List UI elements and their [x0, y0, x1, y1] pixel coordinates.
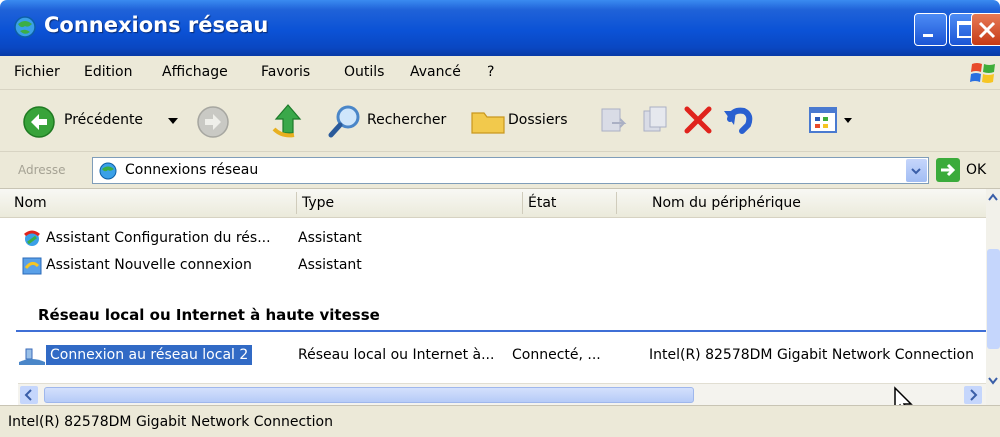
- item-type: Assistant: [298, 257, 362, 273]
- scroll-left-button[interactable]: [20, 386, 38, 404]
- back-arrow-icon[interactable]: [22, 105, 56, 139]
- back-dropdown-icon[interactable]: [168, 118, 178, 126]
- views-icon[interactable]: [808, 105, 840, 135]
- menu-help[interactable]: ?: [487, 64, 494, 80]
- item-type: Assistant: [298, 230, 362, 246]
- views-dropdown-icon[interactable]: [844, 118, 852, 124]
- connection-state: Connecté, ...: [512, 347, 601, 363]
- scroll-right-button[interactable]: [964, 386, 982, 404]
- column-separator[interactable]: [296, 192, 297, 214]
- search-icon[interactable]: [328, 103, 364, 139]
- address-value: Connexions réseau: [125, 162, 259, 178]
- horizontal-scroll-thumb[interactable]: [44, 387, 694, 403]
- item-name: Assistant Configuration du rés...: [46, 230, 271, 246]
- connections-list: Assistant Configuration du rés... Assist…: [0, 218, 986, 405]
- go-label[interactable]: OK: [966, 162, 986, 178]
- undo-icon[interactable]: [722, 103, 756, 137]
- horizontal-scrollbar[interactable]: [18, 383, 986, 405]
- chevron-down-icon: [911, 168, 921, 175]
- scroll-left-icon: [24, 389, 32, 401]
- minimize-icon: [923, 34, 933, 37]
- new-connection-wizard-icon: [22, 257, 42, 275]
- scroll-down-icon[interactable]: [987, 375, 999, 387]
- group-divider: [16, 330, 986, 332]
- column-header-name[interactable]: Nom: [14, 195, 47, 211]
- close-button[interactable]: [971, 13, 1000, 46]
- search-button-label[interactable]: Rechercher: [367, 112, 446, 128]
- close-icon: [978, 21, 996, 39]
- column-header-state[interactable]: État: [528, 195, 556, 211]
- windows-logo-icon: [970, 63, 995, 83]
- toolbar: Précédente Rechercher Dossiers: [0, 90, 1000, 152]
- minimize-button[interactable]: [914, 13, 947, 46]
- item-name: Assistant Nouvelle connexion: [46, 257, 252, 273]
- folders-icon[interactable]: [470, 105, 508, 137]
- connection-type: Réseau local ou Internet à...: [298, 347, 495, 363]
- menu-favoris[interactable]: Favoris: [261, 64, 310, 80]
- folders-button-label[interactable]: Dossiers: [508, 112, 568, 128]
- network-connections-icon: [99, 162, 117, 180]
- go-arrow-icon: [941, 163, 956, 177]
- vertical-scroll-thumb[interactable]: [987, 249, 1000, 349]
- vertical-scrollbar[interactable]: [986, 189, 1000, 405]
- column-header-device[interactable]: Nom du périphérique: [652, 195, 801, 211]
- list-item[interactable]: Assistant Configuration du rés... Assist…: [0, 228, 986, 250]
- window-title: Connexions réseau: [44, 13, 269, 37]
- connection-device: Intel(R) 82578DM Gigabit Network Connect…: [649, 347, 974, 363]
- wizard-icon: [24, 230, 40, 246]
- copy-to-icon[interactable]: [640, 105, 670, 135]
- column-header-type[interactable]: Type: [302, 195, 334, 211]
- column-separator[interactable]: [616, 192, 617, 214]
- group-title: Réseau local ou Internet à haute vitesse: [38, 306, 380, 324]
- menu-affichage[interactable]: Affichage: [162, 64, 228, 80]
- menu-fichier[interactable]: Fichier: [14, 64, 60, 80]
- menu-edition[interactable]: Edition: [84, 64, 132, 80]
- status-bar: Intel(R) 82578DM Gigabit Network Connect…: [0, 405, 1000, 437]
- table-row[interactable]: Connexion au réseau local 2 Réseau local…: [0, 345, 986, 367]
- back-button-label[interactable]: Précédente: [64, 112, 143, 128]
- network-connection-icon: [19, 348, 45, 365]
- list-header: Nom Type État Nom du périphérique: [0, 189, 1000, 218]
- up-folder-icon[interactable]: [272, 103, 304, 139]
- menu-avance[interactable]: Avancé: [410, 64, 461, 80]
- forward-arrow-icon[interactable]: [196, 105, 230, 139]
- address-dropdown-button[interactable]: [906, 159, 927, 182]
- menu-outils[interactable]: Outils: [344, 64, 384, 80]
- scroll-up-icon[interactable]: [987, 191, 999, 203]
- connection-name[interactable]: Connexion au réseau local 2: [46, 345, 253, 365]
- address-bar: Adresse Connexions réseau OK: [0, 152, 1000, 189]
- scroll-right-icon: [970, 389, 978, 401]
- network-connections-icon: [14, 16, 36, 38]
- move-to-icon[interactable]: [598, 105, 628, 135]
- column-separator[interactable]: [522, 192, 523, 214]
- menu-bar: Fichier Edition Affichage Favoris Outils…: [0, 56, 1000, 90]
- delete-icon[interactable]: [682, 104, 714, 136]
- title-bar[interactable]: Connexions réseau: [0, 0, 1000, 56]
- status-text: Intel(R) 82578DM Gigabit Network Connect…: [8, 414, 333, 430]
- list-item[interactable]: Assistant Nouvelle connexion Assistant: [0, 255, 986, 277]
- address-input[interactable]: Connexions réseau: [92, 157, 929, 184]
- go-button[interactable]: [936, 158, 960, 182]
- address-label: Adresse: [18, 163, 66, 177]
